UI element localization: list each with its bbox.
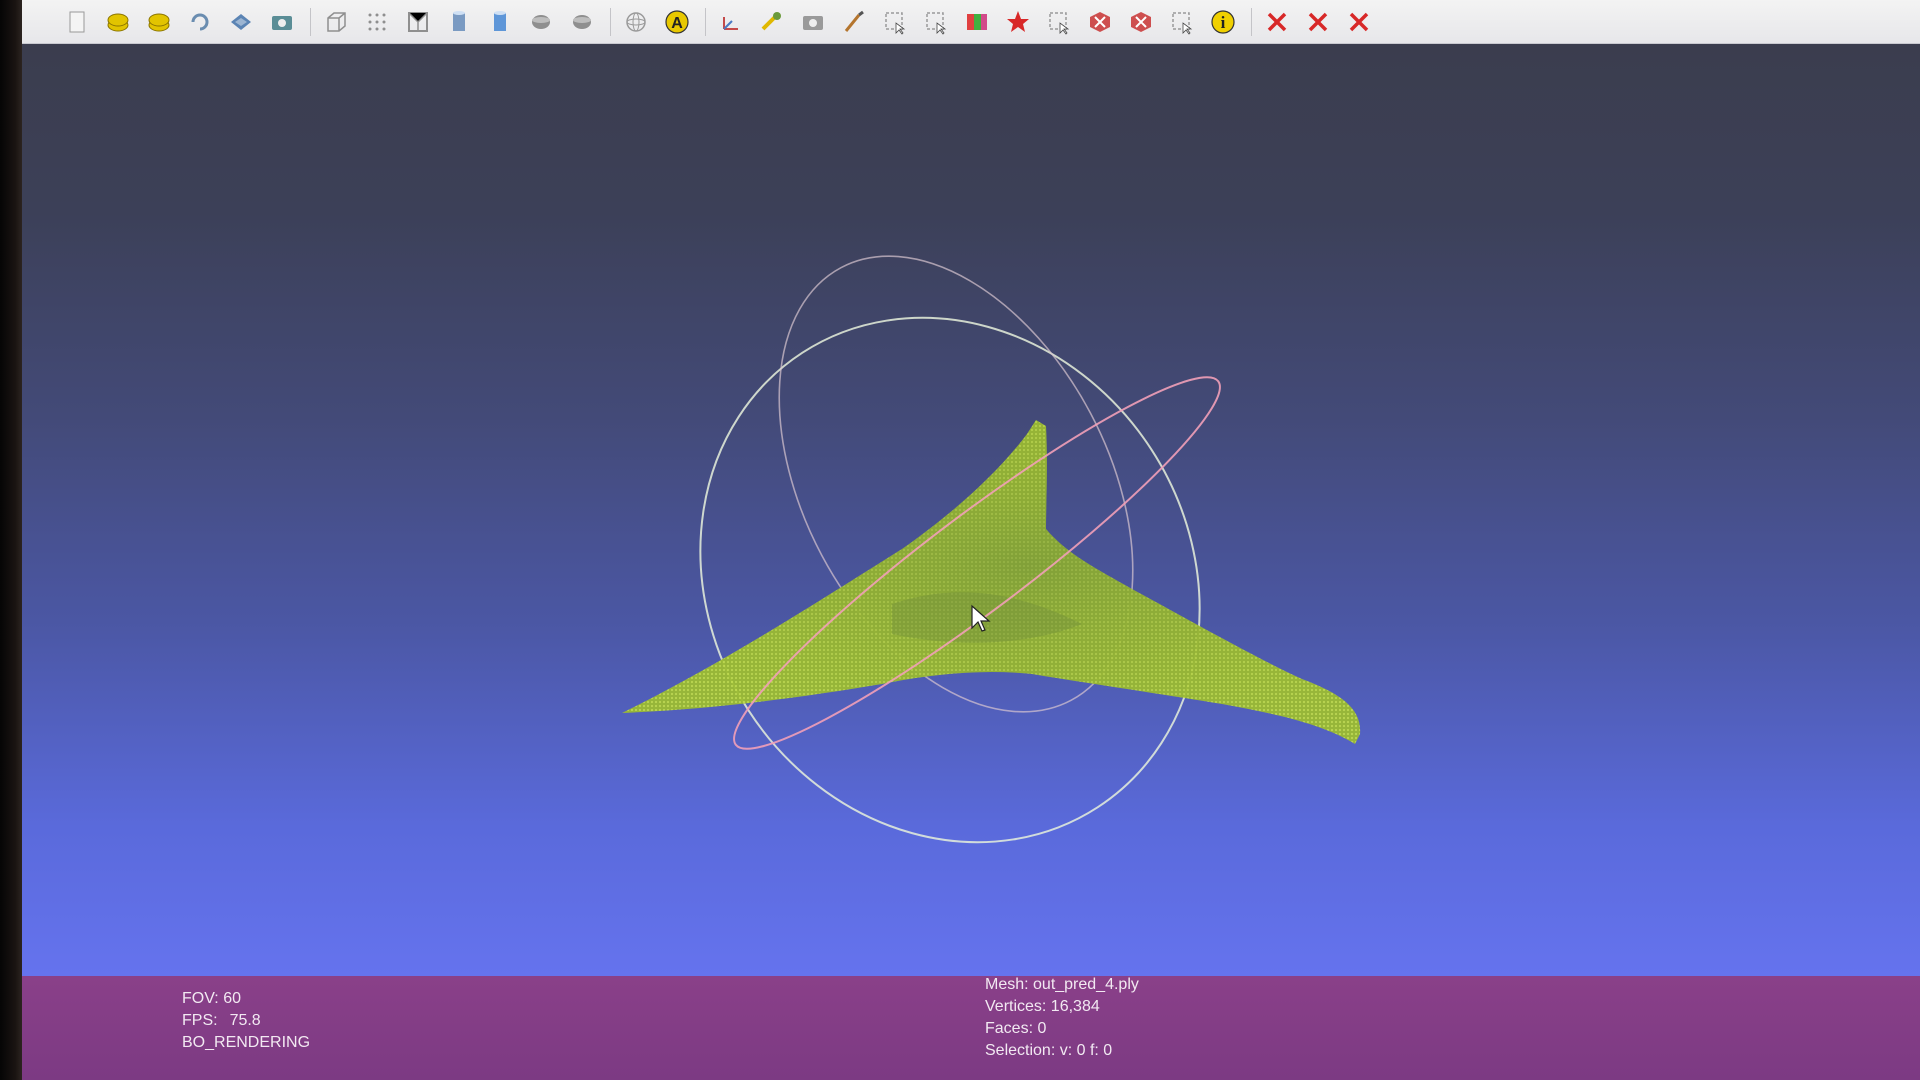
trackball-icon bbox=[626, 11, 646, 32]
layers-button[interactable] bbox=[226, 7, 256, 37]
mesh-name: Mesh: out_pred_4.ply bbox=[985, 976, 1139, 993]
new-project-button[interactable] bbox=[62, 7, 92, 37]
filter-selection-icon bbox=[1172, 11, 1193, 35]
render-mode: BO_RENDERING bbox=[182, 1034, 311, 1051]
light-button[interactable] bbox=[567, 7, 597, 37]
remove-vertices-button[interactable] bbox=[1303, 7, 1333, 37]
measure-icon bbox=[761, 11, 781, 30]
wireframe-button[interactable] bbox=[403, 7, 433, 37]
save-project-icon bbox=[148, 13, 170, 31]
filter-selection-button[interactable] bbox=[1167, 7, 1197, 37]
layers-icon bbox=[231, 13, 251, 30]
axis-button[interactable] bbox=[716, 7, 746, 37]
georef-icon bbox=[1007, 10, 1029, 32]
annotation-icon: A bbox=[665, 9, 689, 34]
snapshot-button[interactable] bbox=[267, 7, 297, 37]
fps-readout: FPS: 75.8 bbox=[182, 1010, 310, 1032]
flat-shading-icon bbox=[453, 10, 465, 31]
new-project-icon bbox=[69, 11, 85, 32]
texture-icon bbox=[532, 14, 550, 29]
select-vertices-button[interactable] bbox=[880, 7, 910, 37]
color-palette-button[interactable] bbox=[962, 7, 992, 37]
svg-text:A: A bbox=[671, 15, 683, 32]
delete-vertices-button[interactable] bbox=[1126, 7, 1156, 37]
snapshot-icon bbox=[272, 15, 292, 30]
open-project-icon bbox=[107, 13, 129, 31]
save-project-button[interactable] bbox=[144, 7, 174, 37]
reload-button[interactable] bbox=[185, 7, 215, 37]
trackball-button[interactable] bbox=[621, 7, 651, 37]
toolbar-separator bbox=[610, 7, 611, 36]
monitor-bezel bbox=[0, 0, 22, 1080]
face-count: Faces: 0 bbox=[985, 1020, 1047, 1037]
reload-icon bbox=[191, 13, 209, 30]
paint-brush-icon bbox=[844, 10, 864, 32]
smooth-shading-button[interactable] bbox=[485, 7, 515, 37]
remove-faces-button[interactable] bbox=[1262, 7, 1292, 37]
info-button[interactable]: i bbox=[1208, 7, 1238, 37]
points-button[interactable] bbox=[362, 7, 392, 37]
color-palette-icon bbox=[967, 13, 987, 30]
points-icon bbox=[368, 13, 386, 30]
toolbar-separator bbox=[310, 7, 311, 36]
bounding-box-icon bbox=[327, 11, 346, 32]
fov-readout: FOV: 60 bbox=[182, 990, 241, 1007]
selection-count: Selection: v: 0 f: 0 bbox=[985, 1042, 1113, 1059]
camera-button[interactable] bbox=[798, 7, 828, 37]
texture-button[interactable] bbox=[526, 7, 556, 37]
toolbar-separator bbox=[1251, 7, 1252, 36]
bounding-box-button[interactable] bbox=[321, 7, 351, 37]
open-project-button[interactable] bbox=[103, 7, 133, 37]
delete-faces-icon bbox=[1090, 11, 1110, 32]
wireframe-icon bbox=[408, 11, 428, 32]
camera-icon bbox=[803, 15, 823, 30]
select-region-icon bbox=[1049, 11, 1070, 35]
select-region-button[interactable] bbox=[1044, 7, 1074, 37]
3d-viewport[interactable] bbox=[22, 44, 1920, 976]
annotation-button[interactable]: A bbox=[662, 7, 692, 37]
remove-vertices-icon bbox=[1308, 12, 1328, 31]
scene-canvas[interactable] bbox=[22, 44, 1920, 976]
mesh-out-pred-4[interactable] bbox=[622, 420, 1361, 744]
status-info-bar: FOV: 60 FPS: 75.8 BO_RENDERING Mesh: out_… bbox=[22, 976, 1920, 1080]
measure-button[interactable] bbox=[757, 7, 787, 37]
smooth-shading-icon bbox=[494, 10, 506, 31]
fps-value: 75.8 bbox=[229, 1012, 261, 1029]
paint-brush-button[interactable] bbox=[839, 7, 869, 37]
delete-faces-button[interactable] bbox=[1085, 7, 1115, 37]
info-icon: i bbox=[1211, 9, 1235, 34]
mesh-info: Mesh: out_pred_4.ply Vertices: 16,384 Fa… bbox=[985, 974, 1139, 1062]
remove-all-button[interactable] bbox=[1344, 7, 1374, 37]
meshlab-window: Ai FOV: 60 FPS: 75.8 BO_RENDERING Mesh: … bbox=[0, 0, 1920, 1080]
main-toolbar: Ai bbox=[22, 0, 1920, 44]
toolbar-separator bbox=[705, 7, 706, 36]
remove-all-icon bbox=[1349, 12, 1369, 31]
vertex-count: Vertices: 16,384 bbox=[985, 998, 1100, 1015]
render-info: FOV: 60 FPS: 75.8 BO_RENDERING bbox=[182, 988, 310, 1054]
delete-vertices-icon bbox=[1131, 11, 1151, 32]
axis-icon bbox=[723, 16, 738, 30]
fps-label: FPS: bbox=[182, 1012, 218, 1029]
select-faces-icon bbox=[926, 11, 947, 35]
georef-button[interactable] bbox=[1003, 7, 1033, 37]
light-icon bbox=[573, 14, 591, 29]
select-faces-button[interactable] bbox=[921, 7, 951, 37]
svg-text:i: i bbox=[1221, 13, 1226, 32]
remove-faces-icon bbox=[1267, 12, 1287, 31]
select-vertices-icon bbox=[885, 11, 906, 35]
flat-shading-button[interactable] bbox=[444, 7, 474, 37]
